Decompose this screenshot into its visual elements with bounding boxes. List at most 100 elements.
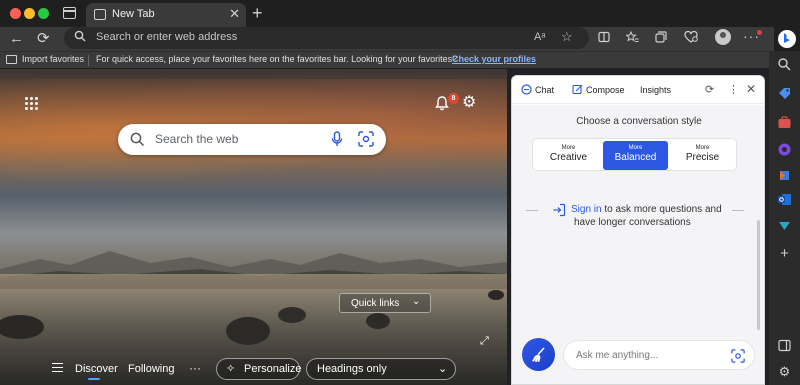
import-icon — [6, 55, 17, 64]
quick-links-toggle[interactable]: Quick links ⌄ — [339, 293, 431, 313]
tab-title: New Tab — [112, 8, 155, 20]
notification-badge: 8 — [448, 93, 459, 104]
bing-icon — [774, 27, 800, 51]
split-screen-icon[interactable] — [598, 31, 610, 43]
chat-icon — [521, 84, 532, 95]
back-button[interactable]: ← — [9, 29, 24, 49]
reload-button[interactable]: ⟳ — [37, 29, 50, 49]
new-topic-button[interactable] — [522, 338, 555, 371]
minimize-window-button[interactable] — [24, 8, 35, 19]
favorites-bar: Import favorites For quick access, place… — [0, 51, 774, 68]
tab-following[interactable]: Following — [128, 363, 174, 375]
import-favorites-button[interactable]: Import favorites — [22, 54, 84, 64]
style-precise-prefix: More — [695, 145, 710, 151]
edge-sidebar: + ⚙ — [769, 51, 800, 385]
divider — [732, 210, 744, 211]
visual-search-icon[interactable] — [358, 131, 374, 147]
title-bar: New Tab ✕ + — [0, 0, 800, 27]
browser-essentials-icon[interactable] — [684, 31, 698, 43]
search-icon — [74, 30, 86, 42]
refresh-icon[interactable]: ⟳ — [705, 83, 714, 96]
sign-in-link[interactable]: Sign in — [571, 204, 602, 215]
favorite-star-icon[interactable]: ☆ — [561, 29, 573, 45]
close-window-button[interactable] — [10, 8, 21, 19]
sidebar-layout-icon[interactable] — [777, 338, 792, 353]
chevron-down-icon: ⌄ — [438, 363, 448, 375]
tab-new-tab[interactable]: New Tab ✕ — [86, 3, 246, 27]
ask-input[interactable]: Ask me anything... — [563, 340, 755, 370]
divider — [526, 210, 538, 211]
favorites-icon[interactable] — [626, 31, 639, 43]
gear-icon[interactable]: ⚙ — [462, 95, 476, 111]
new-tab-page-icon — [94, 9, 106, 20]
tab-actions-icon[interactable] — [63, 7, 76, 19]
zoom-window-button[interactable] — [38, 8, 49, 19]
toolbar: ← ⟳ Search or enter web address Aᵃ ☆ ··· — [0, 27, 774, 51]
mic-icon[interactable] — [331, 131, 343, 147]
more-options-icon[interactable]: ⋮ — [728, 83, 739, 96]
tab-compose[interactable]: Compose — [586, 85, 625, 95]
web-search-box[interactable]: Search the web — [118, 124, 386, 155]
sign-in-line-1: Sign in to ask more questions and — [571, 204, 722, 215]
update-dot — [757, 30, 762, 35]
personalize-label: Personalize — [244, 363, 302, 375]
active-tab-indicator — [88, 378, 100, 380]
menu-icon[interactable] — [52, 363, 63, 372]
drop-icon[interactable] — [777, 218, 792, 233]
close-icon[interactable]: ✕ — [746, 82, 756, 96]
tab-insights[interactable]: Insights — [640, 85, 671, 95]
bing-copilot-button[interactable] — [774, 27, 800, 51]
shopping-tag-icon[interactable] — [777, 86, 792, 101]
apps-grid-icon[interactable] — [25, 97, 39, 111]
conversation-style-selector: More Creative More Balanced More Precise — [532, 138, 737, 171]
style-precise-button[interactable]: More Precise — [670, 141, 735, 170]
sign-in-rest: to ask more questions and — [604, 204, 722, 215]
tab-chat[interactable]: Chat — [535, 85, 554, 95]
style-creative-prefix: More — [561, 145, 576, 151]
expand-icon[interactable]: ⤢ — [480, 335, 489, 348]
ask-placeholder: Ask me anything... — [576, 350, 659, 361]
copilot-header: Chat Compose Insights ⟳ ⋮ ✕ — [512, 76, 764, 104]
gear-icon[interactable]: ⚙ — [777, 364, 792, 379]
style-balanced-label: Balanced — [614, 152, 657, 163]
new-tab-button[interactable]: + — [252, 2, 263, 24]
games-icon[interactable] — [777, 142, 792, 157]
personalize-button[interactable]: ✧ Personalize — [216, 358, 302, 380]
add-icon[interactable]: + — [777, 246, 792, 261]
background-rocks — [0, 290, 504, 345]
read-aloud-icon[interactable]: Aᵃ — [534, 31, 545, 43]
address-bar[interactable]: Search or enter web address Aᵃ ☆ — [64, 27, 589, 49]
style-precise-label: Precise — [685, 152, 720, 163]
profile-avatar[interactable] — [715, 29, 731, 45]
copilot-body: Choose a conversation style More Creativ… — [512, 105, 764, 384]
style-creative-label: Creative — [549, 152, 588, 163]
divider — [88, 55, 89, 66]
quick-links-label: Quick links — [351, 298, 400, 309]
tab-close-icon[interactable]: ✕ — [229, 6, 240, 22]
microsoft-365-icon[interactable] — [777, 168, 792, 183]
panel-scrollbar[interactable] — [757, 220, 760, 330]
compose-icon — [572, 84, 583, 95]
collections-icon[interactable] — [655, 31, 667, 43]
check-profiles-link[interactable]: Check your profiles — [452, 54, 536, 64]
broom-icon — [532, 347, 545, 362]
sign-in-prompt: Sign in to ask more questions and have l… — [512, 200, 764, 230]
headings-dropdown[interactable]: Headings only ⌄ — [306, 358, 456, 380]
style-balanced-prefix: More — [628, 145, 643, 151]
visual-search-icon[interactable] — [731, 349, 745, 363]
style-creative-button[interactable]: More Creative — [536, 141, 601, 170]
search-icon[interactable] — [777, 57, 792, 72]
address-bar-placeholder: Search or enter web address — [96, 31, 238, 43]
headings-dropdown-value: Headings only — [317, 363, 387, 375]
copilot-panel: Chat Compose Insights ⟳ ⋮ ✕ Choose a con… — [511, 75, 765, 385]
search-icon — [130, 132, 145, 147]
style-balanced-button[interactable]: More Balanced — [603, 141, 668, 170]
outlook-icon[interactable] — [777, 192, 792, 207]
favorites-bar-message: For quick access, place your favorites h… — [96, 54, 458, 64]
new-tab-page: 8 ⚙ Search the web Quick links ⌄ ⤢ Disco… — [0, 69, 507, 385]
conversation-style-title: Choose a conversation style — [576, 116, 702, 127]
tools-icon[interactable] — [777, 115, 792, 130]
more-tabs-button[interactable]: ··· — [189, 361, 201, 375]
tab-discover[interactable]: Discover — [75, 363, 118, 375]
sign-in-line-2: have longer conversations — [574, 217, 691, 228]
